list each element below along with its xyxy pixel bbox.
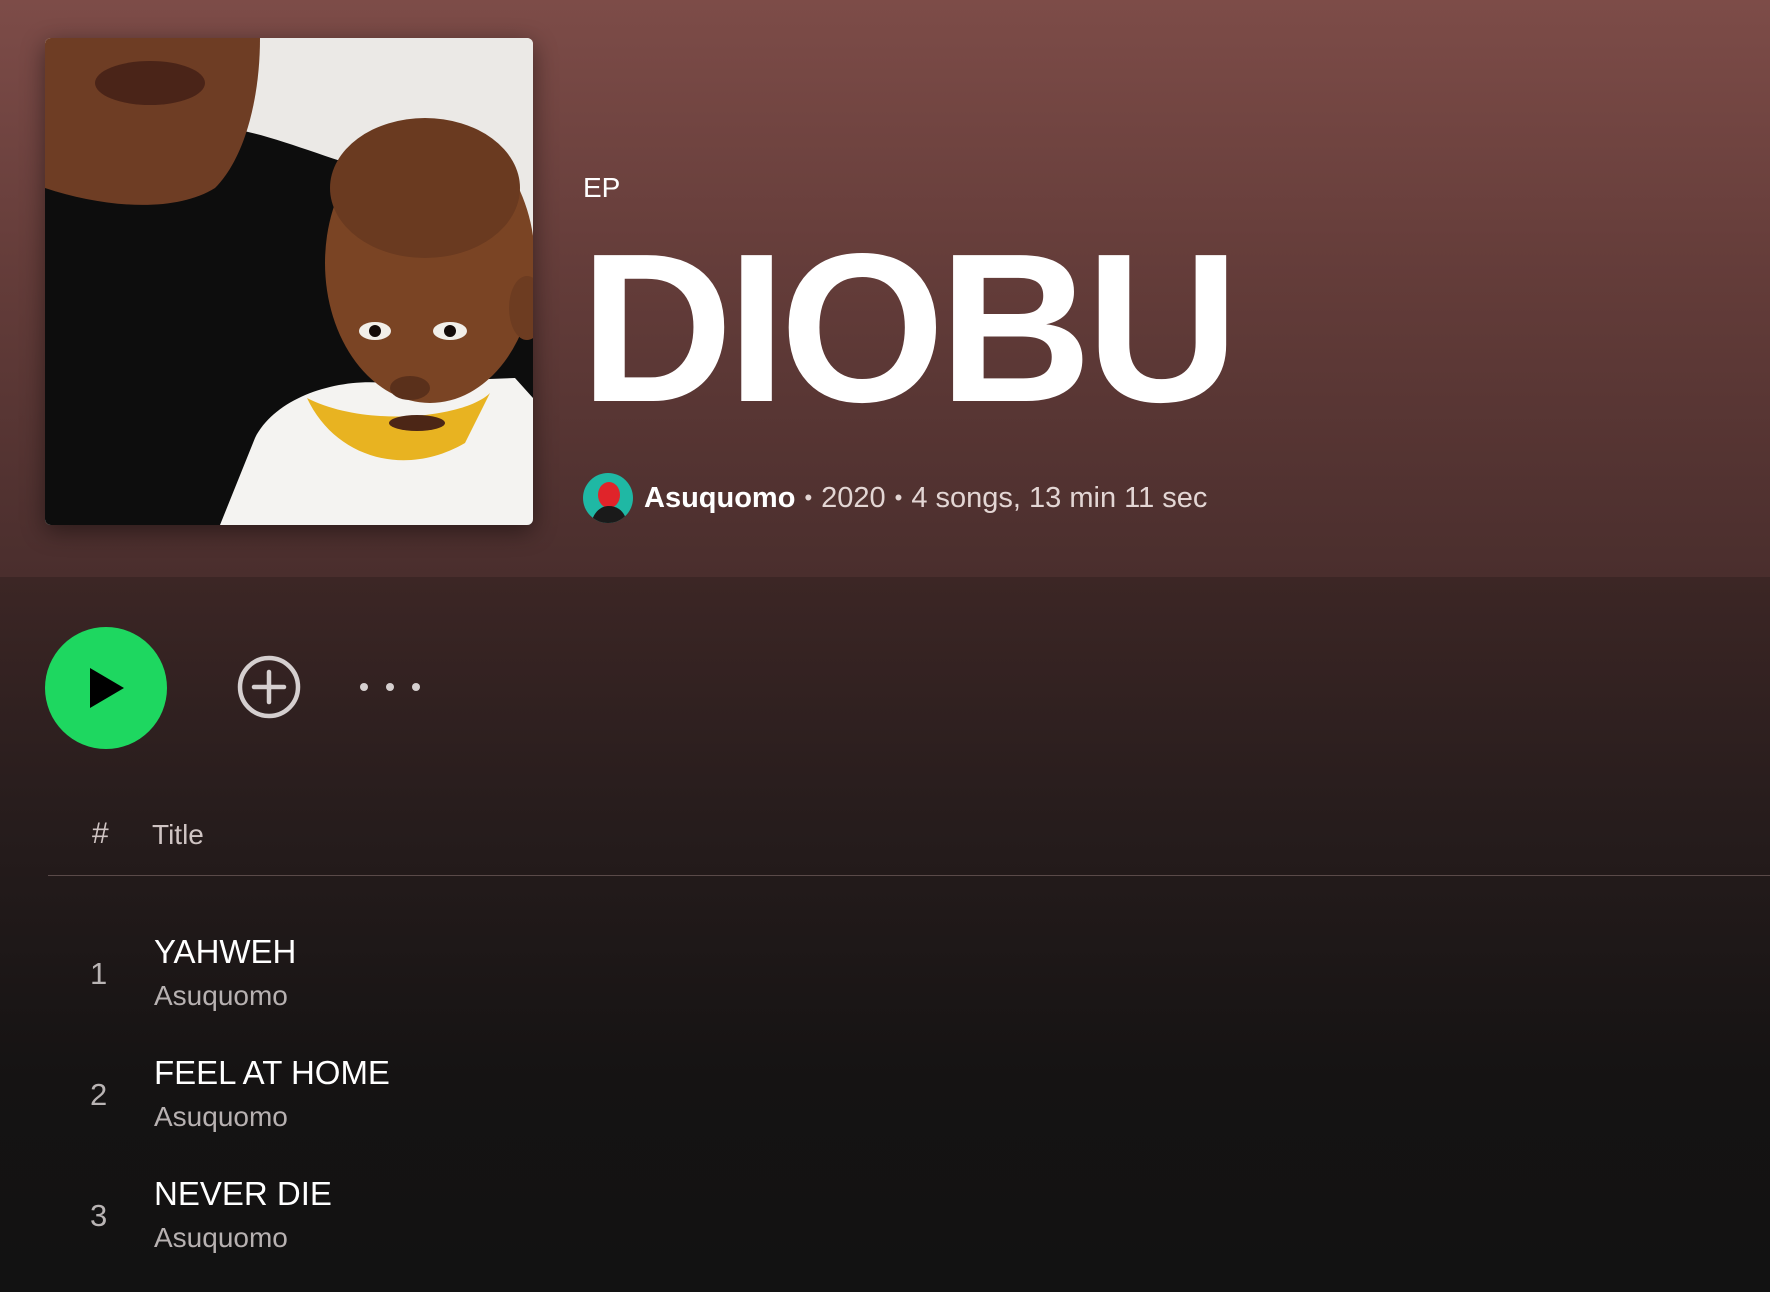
track-artist[interactable]: Asuquomo [154,1222,288,1254]
play-button[interactable] [45,627,167,749]
add-circle-icon [237,655,301,719]
column-header-number: # [92,817,109,850]
track-list-header: # Title [48,815,1770,876]
track-artist[interactable]: Asuquomo [154,1101,288,1133]
album-title: DIOBU [580,209,1239,446]
track-row[interactable]: 1 YAHWEH Asuquomo [48,925,1770,1046]
release-year: 2020 [821,481,886,514]
play-icon [90,668,124,708]
track-artist[interactable]: Asuquomo [154,980,288,1012]
more-options-button[interactable] [360,672,420,702]
album-header: EP DIOBU Asuquomo • 2020 • 4 songs, 13 m… [0,0,1770,577]
column-header-title[interactable]: Title [152,819,204,851]
track-number: 1 [90,956,108,991]
more-horizontal-icon-dot [386,683,394,691]
artist-link[interactable]: Asuquomo [644,482,795,515]
album-cover-image [45,38,533,525]
album-type-label: EP [583,172,621,203]
track-number: 3 [90,1198,108,1233]
meta-separator: • [894,485,903,510]
meta-separator: • [804,485,813,510]
track-number: 2 [90,1077,108,1112]
track-row[interactable]: 2 FEEL AT HOME Asuquomo [48,1046,1770,1167]
track-list: 1 YAHWEH Asuquomo 2 FEEL AT HOME Asuquom… [48,925,1770,1288]
track-row[interactable]: 3 NEVER DIE Asuquomo [48,1167,1770,1288]
track-title[interactable]: NEVER DIE [154,1175,332,1213]
track-title[interactable]: FEEL AT HOME [154,1054,390,1092]
artist-avatar[interactable] [583,473,633,523]
album-summary: 4 songs, 13 min 11 sec [911,481,1208,514]
more-horizontal-icon [360,683,368,691]
more-horizontal-icon-dot [412,683,420,691]
track-title[interactable]: YAHWEH [154,933,296,971]
add-to-library-button[interactable] [237,655,301,719]
album-meta: Asuquomo • 2020 • 4 songs, 13 min 11 sec [583,472,1207,524]
